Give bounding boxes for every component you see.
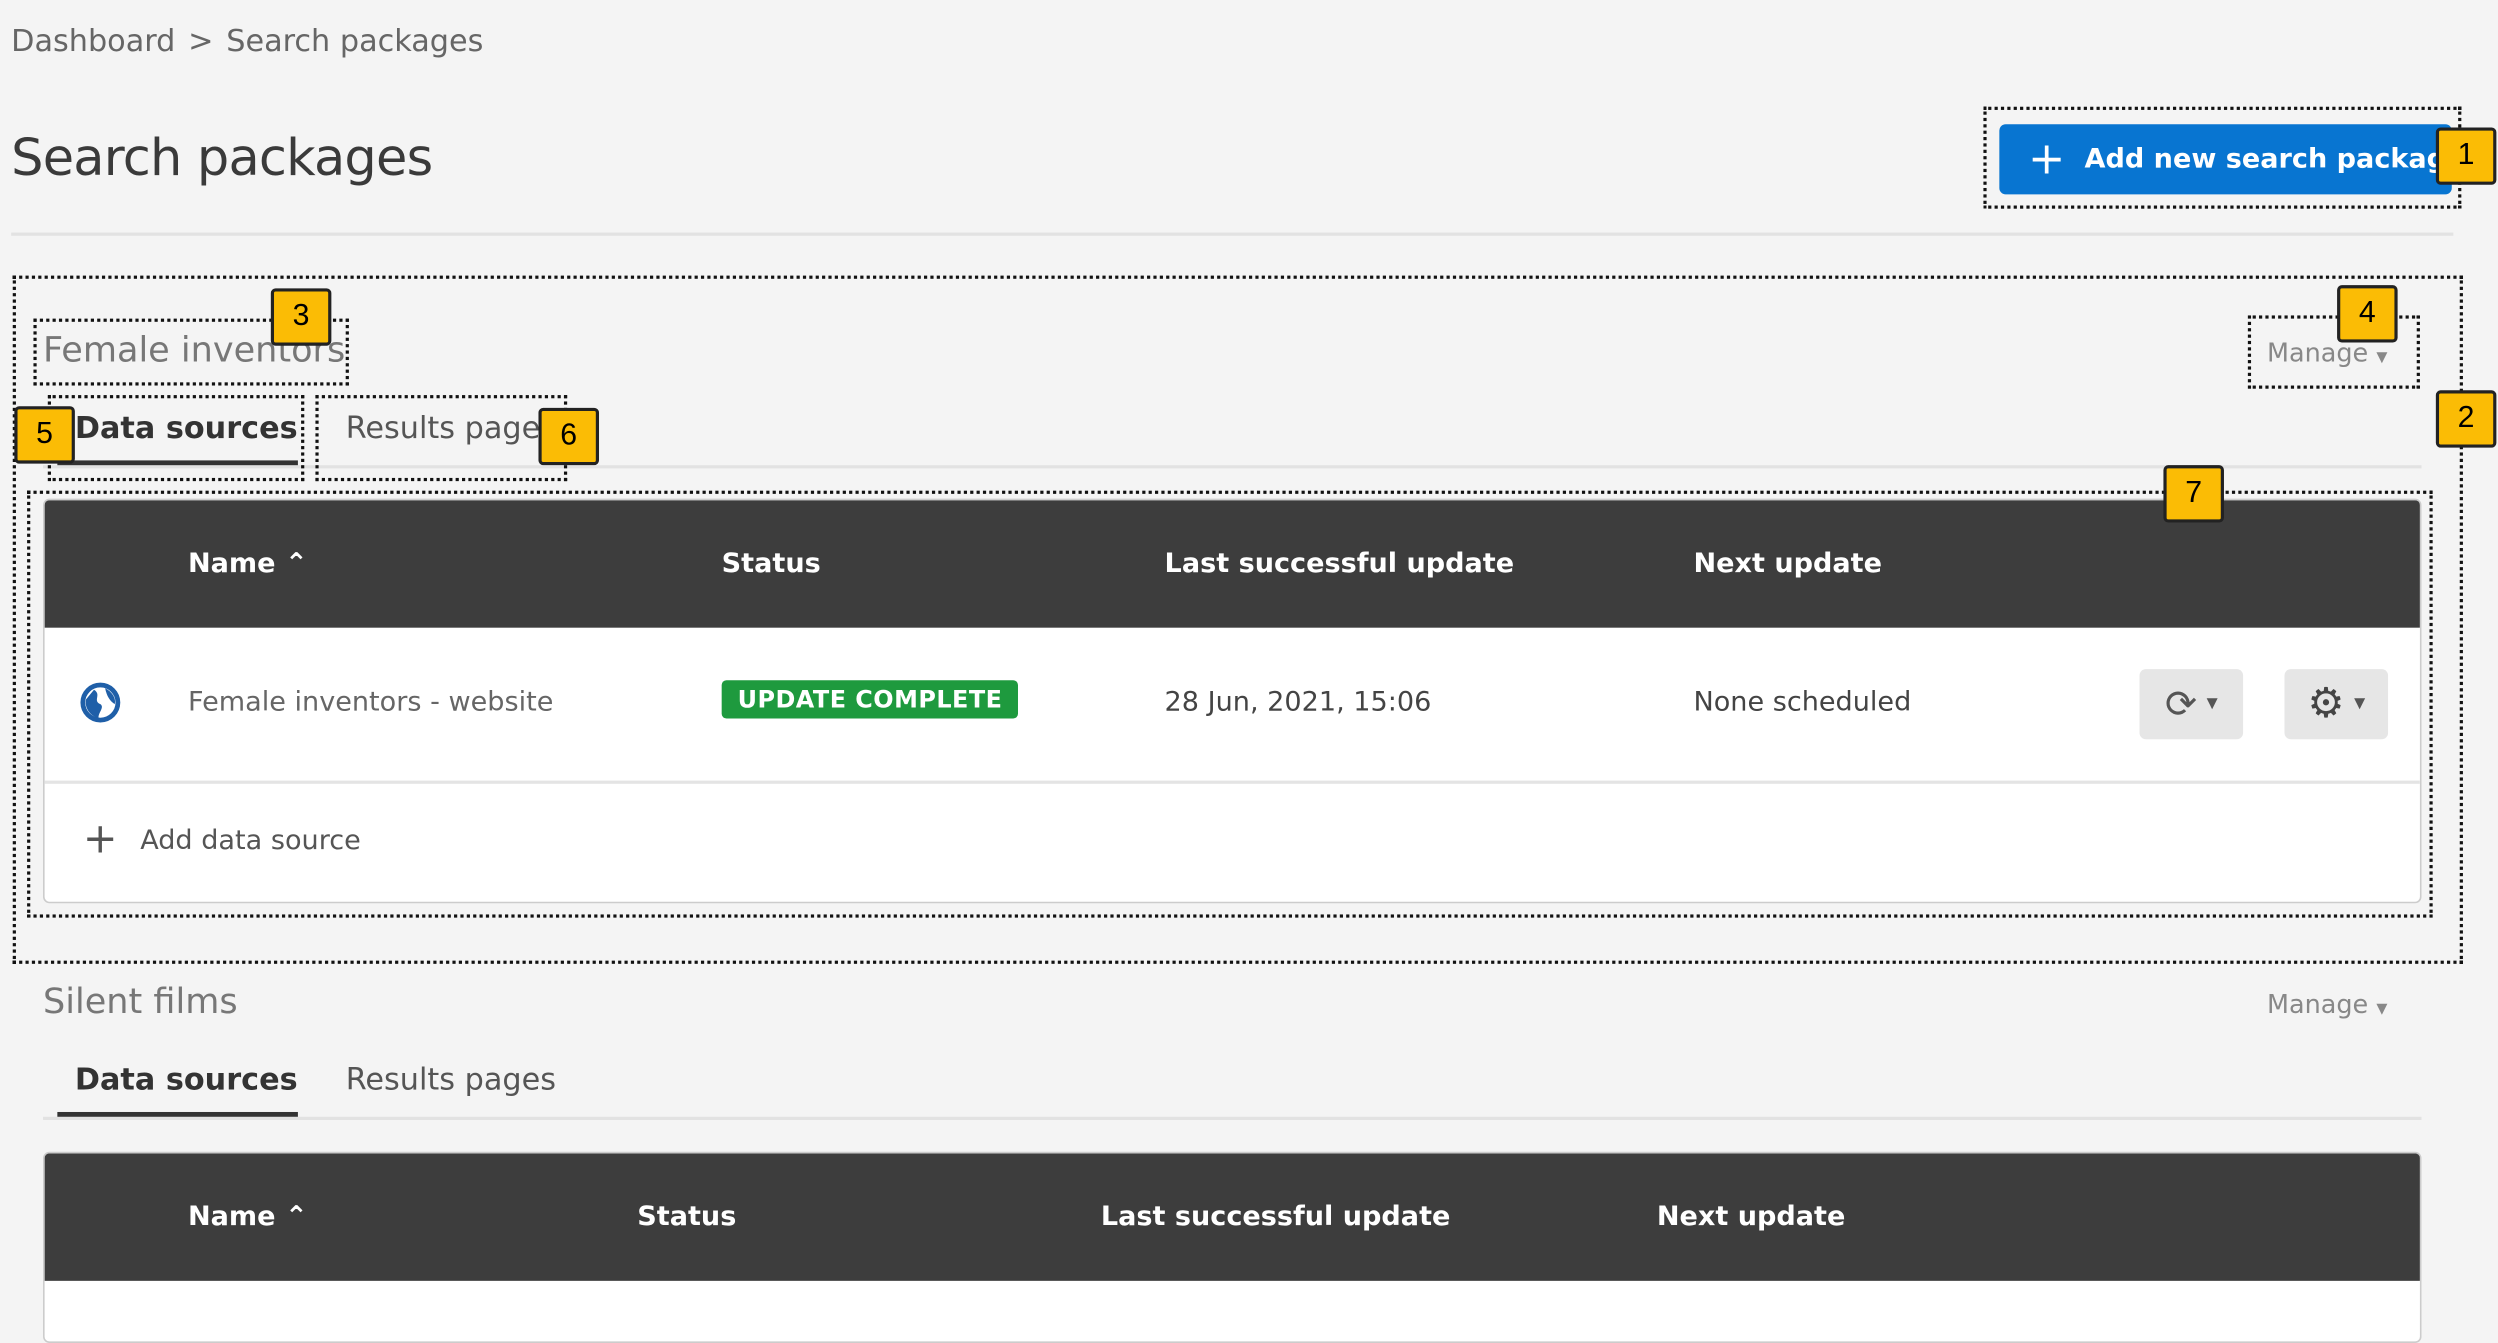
annotation-box xyxy=(315,395,568,482)
annotation-label: 4 xyxy=(2337,285,2398,343)
annotation-box xyxy=(47,395,305,482)
table-header: Name ⌃ Status Last successful update Nex… xyxy=(44,1153,2420,1281)
breadcrumb: Dashboard > Search packages xyxy=(11,24,496,59)
breadcrumb-separator: > xyxy=(188,23,214,59)
annotation-label: 7 xyxy=(2163,465,2224,523)
annotation-label: 5 xyxy=(14,406,75,464)
divider xyxy=(11,232,2454,236)
breadcrumb-current: Search packages xyxy=(226,23,484,59)
annotation-box xyxy=(27,490,2433,918)
breadcrumb-dashboard-link[interactable]: Dashboard xyxy=(11,24,175,59)
tab-data-sources[interactable]: Data sources xyxy=(75,1063,298,1098)
column-name-header[interactable]: Name ⌃ xyxy=(188,1201,308,1233)
annotation-box xyxy=(1983,106,2462,209)
tabs-divider xyxy=(43,1116,2422,1120)
package-name: Silent films xyxy=(43,982,238,1023)
annotation-label: 2 xyxy=(2435,390,2497,448)
page-title: Search packages xyxy=(11,127,433,188)
manage-dropdown[interactable]: Manage ▼ xyxy=(2267,989,2387,1019)
sort-ascending-icon: ⌃ xyxy=(284,1201,308,1234)
column-status-header: Status xyxy=(637,1201,737,1234)
annotation-label: 6 xyxy=(538,407,600,466)
annotation-label: 3 xyxy=(270,288,332,346)
column-last-update-header: Last successful update xyxy=(1100,1201,1451,1234)
annotation-label: 1 xyxy=(2435,127,2497,185)
caret-down-icon: ▼ xyxy=(2376,1002,2388,1018)
column-next-update-header: Next update xyxy=(1656,1201,1846,1234)
tab-results-pages[interactable]: Results pages xyxy=(346,1063,556,1098)
data-sources-table: Name ⌃ Status Last successful update Nex… xyxy=(43,1151,2422,1343)
